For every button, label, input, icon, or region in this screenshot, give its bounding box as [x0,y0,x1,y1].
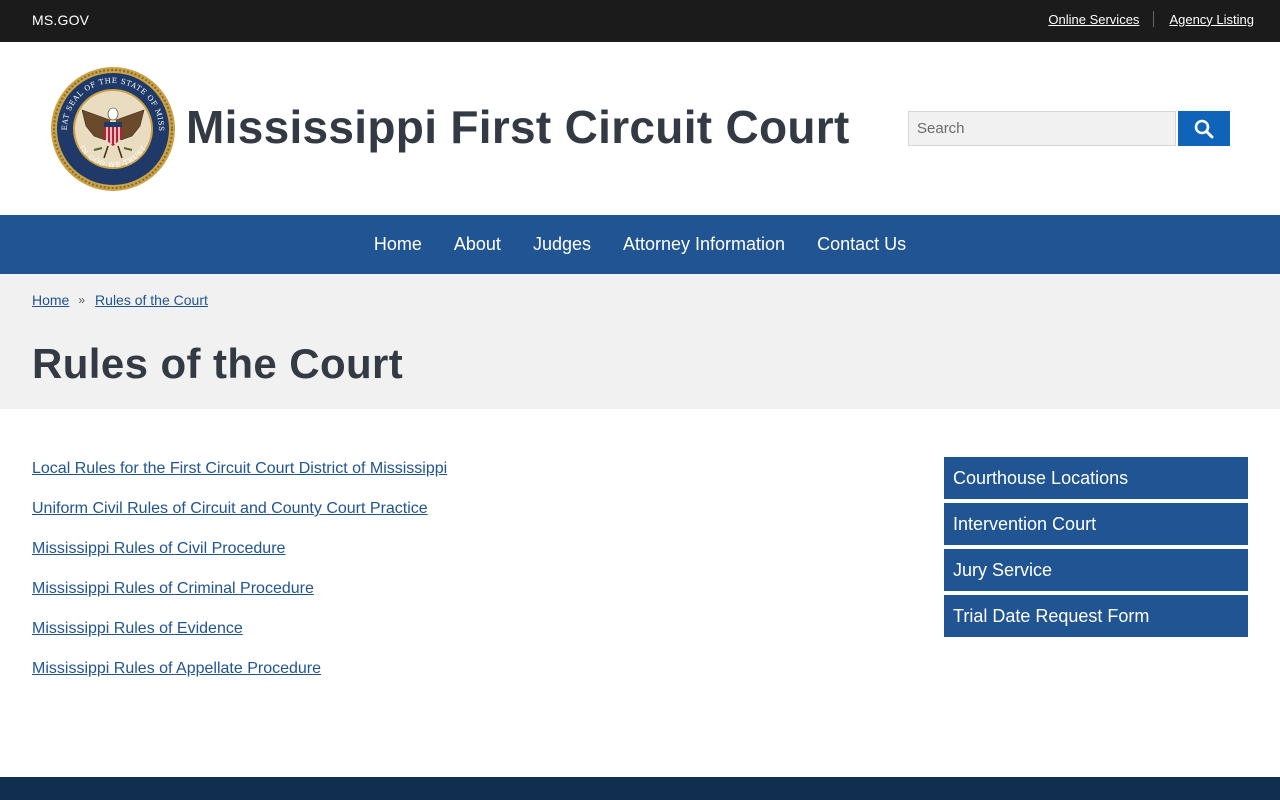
nav-home[interactable]: Home [358,215,438,274]
nav-about[interactable]: About [438,215,517,274]
main-nav: Home About Judges Attorney Information C… [0,215,1280,274]
sidebar-item-intervention-court[interactable]: Intervention Court [944,503,1248,545]
nav-contact-us[interactable]: Contact Us [801,215,922,274]
rules-link-list: Local Rules for the First Circuit Court … [32,458,447,698]
state-seal-logo[interactable]: THE GREAT SEAL OF THE STATE OF MISSISSIP… [50,66,176,192]
sidebar-item-courthouse-locations[interactable]: Courthouse Locations [944,457,1248,499]
search-button[interactable] [1178,111,1230,146]
site-header: THE GREAT SEAL OF THE STATE OF MISSISSIP… [0,42,1280,215]
utility-divider [1153,11,1155,27]
breadcrumb-current[interactable]: Rules of the Court [95,292,208,308]
search-input[interactable] [908,111,1176,146]
nav-attorney-information[interactable]: Attorney Information [607,215,801,274]
search-icon [1194,119,1214,138]
online-services-link[interactable]: Online Services [1048,12,1139,27]
local-rules-link[interactable]: Local Rules for the First Circuit Court … [32,458,447,498]
sidebar-item-jury-service[interactable]: Jury Service [944,549,1248,591]
sidebar-menu: Courthouse Locations Intervention Court … [944,457,1248,641]
title-band: Home » Rules of the Court Rules of the C… [0,274,1280,409]
msgov-link[interactable]: MS.GOV [32,12,89,28]
uniform-civil-rules-link[interactable]: Uniform Civil Rules of Circuit and Count… [32,498,447,538]
page-title: Rules of the Court [32,340,404,387]
criminal-procedure-link[interactable]: Mississippi Rules of Criminal Procedure [32,578,447,618]
utility-bar: MS.GOV Online Services Agency Listing [0,0,1280,42]
site-footer [0,777,1280,800]
breadcrumb-separator: » [78,293,86,307]
nav-judges[interactable]: Judges [517,215,607,274]
breadcrumb: Home » Rules of the Court [32,292,208,308]
appellate-procedure-link[interactable]: Mississippi Rules of Appellate Procedure [32,658,447,698]
civil-procedure-link[interactable]: Mississippi Rules of Civil Procedure [32,538,447,578]
breadcrumb-home[interactable]: Home [32,292,69,308]
evidence-rules-link[interactable]: Mississippi Rules of Evidence [32,618,447,658]
sidebar-item-trial-date-request-form[interactable]: Trial Date Request Form [944,595,1248,637]
utility-links: Online Services Agency Listing [1048,11,1254,27]
agency-listing-link[interactable]: Agency Listing [1169,12,1254,27]
site-title[interactable]: Mississippi First Circuit Court [186,100,850,154]
